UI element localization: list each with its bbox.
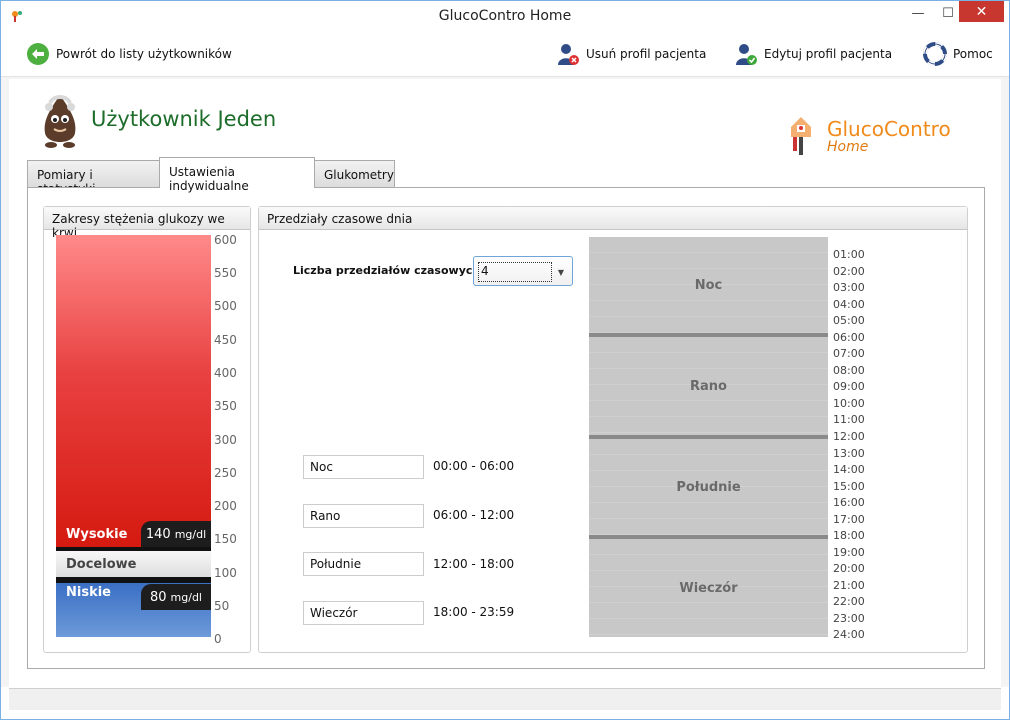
hour-label: 21:00 (833, 579, 865, 592)
tab-measurements[interactable]: Pomiary i statystyki (27, 160, 160, 196)
help-label: Pomoc (953, 47, 993, 61)
interval-name-input[interactable]: Południe (303, 552, 424, 576)
y-tick: 400 (214, 366, 237, 380)
interval-count-label: Liczba przedziałów czasowych: (293, 264, 485, 277)
logo-sub-text: Home (827, 139, 869, 155)
low-value-badge[interactable]: 80 mg/dl (141, 584, 211, 610)
y-tick: 0 (214, 632, 222, 646)
hour-label: 18:00 (833, 529, 865, 542)
high-label: Wysokie (66, 527, 128, 542)
low-value: 80 (150, 589, 167, 605)
edit-profile-button[interactable]: Edytuj profil pacjenta (734, 41, 892, 67)
interval-range: 18:00 - 23:59 (433, 605, 515, 619)
user-name: Użytkownik Jeden (91, 107, 277, 131)
help-button[interactable]: Pomoc (923, 41, 993, 67)
tab-glucometers[interactable]: Glukometry (314, 160, 395, 187)
interval-range: 06:00 - 12:00 (433, 508, 515, 522)
tab-panel: Zakresy stężenia glukozy we krwi Wysokie… (27, 187, 985, 669)
hour-label: 17:00 (833, 513, 865, 526)
hour-label: 13:00 (833, 447, 865, 460)
hour-label: 06:00 (833, 331, 865, 344)
low-label: Niskie (66, 585, 111, 600)
hour-label: 02:00 (833, 265, 865, 278)
hour-label: 22:00 (833, 595, 865, 608)
delete-profile-label: Usuń profil pacjenta (586, 47, 707, 61)
back-label: Powrót do listy użytkowników (56, 47, 232, 61)
y-tick: 250 (214, 466, 237, 480)
chevron-down-icon: ▼ (557, 268, 564, 277)
hour-label: 19:00 (833, 546, 865, 559)
time-intervals-title: Przedziały czasowe dnia (259, 207, 967, 230)
y-tick: 550 (214, 266, 237, 280)
hour-label: 03:00 (833, 281, 865, 294)
delete-user-icon (556, 42, 580, 66)
hour-label: 20:00 (833, 562, 865, 575)
interval-count-value: 4 (478, 262, 552, 282)
back-to-users-button[interactable]: Powrót do listy użytkowników (26, 41, 232, 67)
lifebuoy-icon (923, 42, 947, 66)
y-tick: 600 (214, 233, 237, 247)
y-tick: 200 (214, 499, 237, 513)
close-button[interactable]: ✕ (959, 1, 1004, 22)
window-title: GlucoContro Home (438, 8, 572, 24)
hour-label: 24:00 (833, 628, 865, 641)
hour-label: 09:00 (833, 380, 865, 393)
time-intervals-group: Przedziały czasowe dnia Liczba przedział… (258, 206, 968, 653)
tab-individual-settings[interactable]: Ustawienia indywidualne (159, 157, 315, 193)
y-tick: 500 (214, 299, 237, 313)
edit-user-icon (734, 42, 758, 66)
high-unit: mg/dl (174, 527, 207, 541)
hour-label: 04:00 (833, 298, 865, 311)
y-tick: 100 (214, 566, 237, 580)
y-tick: 350 (214, 399, 237, 413)
high-range-bar[interactable] (56, 235, 211, 547)
interval-count-select[interactable]: 4 ▼ (473, 256, 573, 286)
low-unit: mg/dl (170, 590, 202, 604)
high-value-badge[interactable]: 140 mg/dl (141, 521, 211, 547)
y-tick: 150 (214, 532, 237, 546)
time-slot-block[interactable]: Wieczór (589, 539, 828, 637)
y-tick: 300 (214, 433, 237, 447)
time-slot-block[interactable]: Noc (589, 237, 828, 333)
hour-label: 14:00 (833, 463, 865, 476)
y-tick: 50 (214, 599, 230, 613)
logo-brand-text: GlucoContro (827, 117, 951, 141)
hour-label: 23:00 (833, 612, 865, 625)
hour-label: 07:00 (833, 347, 865, 360)
hour-label: 11:00 (833, 413, 865, 426)
logo-house-icon (791, 117, 811, 155)
window-frame: Powrót do listy użytkowników Usuń profil… (0, 31, 1010, 720)
interval-name-input[interactable]: Noc (303, 455, 424, 479)
back-arrow-icon (26, 42, 50, 66)
high-value: 140 (145, 526, 171, 542)
y-tick: 450 (214, 333, 237, 347)
hour-label: 16:00 (833, 496, 865, 509)
hour-label: 10:00 (833, 397, 865, 410)
gluco-contro-logo: GlucoContro Home (787, 113, 977, 157)
edit-profile-label: Edytuj profil pacjenta (764, 47, 893, 61)
interval-range: 12:00 - 18:00 (433, 557, 515, 571)
time-slot-block[interactable]: Południe (589, 439, 828, 535)
glucose-ranges-title: Zakresy stężenia glukozy we krwi (44, 207, 250, 240)
glucose-ranges-group: Zakresy stężenia glukozy we krwi Wysokie… (43, 206, 251, 653)
user-header (41, 91, 79, 151)
hour-label: 08:00 (833, 364, 865, 377)
interval-name-input[interactable]: Wieczór (303, 601, 424, 625)
status-bar (9, 688, 1001, 710)
hour-label: 15:00 (833, 480, 865, 493)
user-avatar-icon (44, 95, 76, 148)
hour-label: 05:00 (833, 314, 865, 327)
interval-range: 00:00 - 06:00 (433, 459, 515, 473)
title-bar: GlucoContro Home — ☐ ✕ (0, 0, 1010, 31)
minimize-button[interactable]: — (903, 1, 933, 25)
target-label: Docelowe (66, 557, 137, 572)
interval-name-input[interactable]: Rano (303, 504, 424, 528)
delete-profile-button[interactable]: Usuń profil pacjenta (556, 41, 706, 67)
hour-label: 12:00 (833, 430, 865, 443)
toolbar: Powrót do listy użytkowników Usuń profil… (1, 31, 1009, 77)
time-slot-block[interactable]: Rano (589, 337, 828, 435)
hour-label: 01:00 (833, 248, 865, 261)
